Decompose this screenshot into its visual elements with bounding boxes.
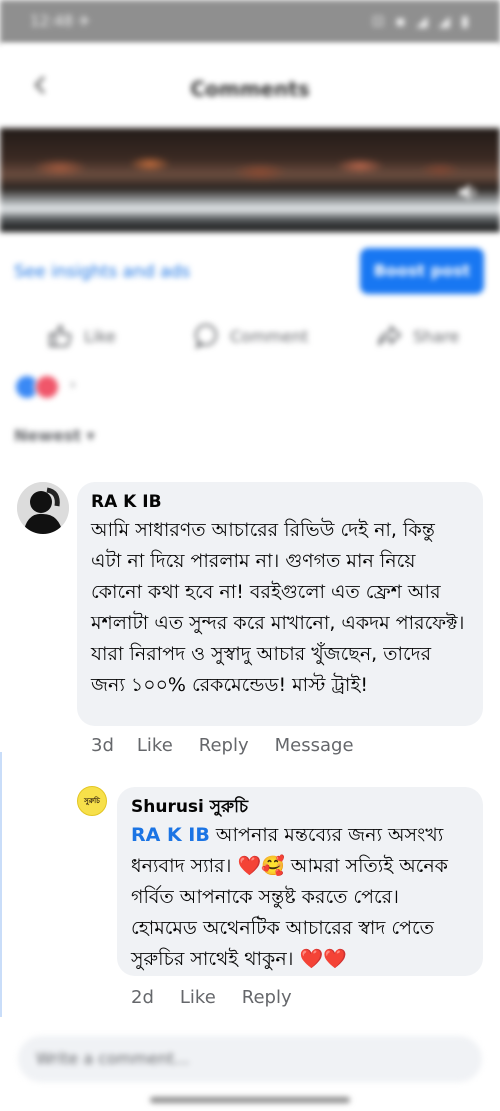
comment-actions: 3d Like Reply Message (91, 733, 380, 759)
like-button[interactable]: Like (46, 314, 116, 358)
comment-message-button[interactable]: Message (275, 733, 354, 759)
reaction-summary[interactable]: › (14, 374, 84, 400)
comment-label: Comment (230, 326, 309, 346)
post-video[interactable] (0, 128, 500, 232)
heart-emoji: ❤️🥰 (237, 855, 285, 877)
love-reaction-icon (34, 374, 60, 400)
home-indicator[interactable] (150, 1097, 350, 1103)
reply-time: 2d (131, 987, 154, 1008)
reply-text: RA K IB আপনার মন্তব্যের জন্য অসংখ্য ধন্য… (131, 820, 469, 975)
comment-icon (195, 324, 217, 350)
sort-dropdown[interactable]: Newest ▾ (14, 426, 95, 445)
comment-bubble[interactable]: RA K IB আমি সাধারণত আচারের রিভিউ দেই না,… (77, 482, 483, 726)
comment-time: 3d (91, 735, 114, 756)
comment-author[interactable]: RA K IB (91, 489, 469, 515)
composer-placeholder: Write a comment... (36, 1049, 190, 1068)
boost-post-button[interactable]: Boost post (360, 248, 484, 294)
volume-icon[interactable] (456, 180, 482, 204)
status-icons: ⊡ ▪ ◢ ◢ ▮ (371, 12, 472, 30)
reply-reply-button[interactable]: Reply (242, 985, 292, 1011)
comment-reply-button[interactable]: Reply (199, 733, 249, 759)
avatar[interactable] (17, 482, 69, 534)
reply-author[interactable]: Shurusi সুরুচি (131, 794, 469, 820)
heart-emoji-2: ❤️❤️ (299, 948, 347, 970)
share-icon (378, 324, 402, 346)
comment-composer[interactable]: Write a comment... (18, 1036, 482, 1082)
thread-line (0, 752, 2, 1017)
avatar-logo-text: সুরুচি (84, 797, 100, 805)
post-actions: Like Comment Share (0, 314, 500, 358)
like-label: Like (84, 326, 116, 346)
reply-avatar[interactable]: সুরুচি (77, 786, 107, 816)
reply-bubble[interactable]: Shurusi সুরুচি RA K IB আপনার মন্তব্যের জ… (117, 787, 483, 976)
comment-button[interactable]: Comment (192, 314, 308, 358)
page-title: Comments (190, 77, 310, 101)
status-bar: 12:48 ✈ ⊡ ▪ ◢ ◢ ▮ (0, 0, 500, 44)
reply-like-button[interactable]: Like (180, 985, 216, 1011)
video-frame (0, 128, 500, 232)
comment-text: আমি সাধারণত আচারের রিভিউ দেই না, কিন্তু … (91, 519, 465, 696)
avatar-silhouette (17, 482, 69, 534)
reply-actions: 2d Like Reply (131, 985, 318, 1011)
comment-like-button[interactable]: Like (137, 733, 173, 759)
mention-link[interactable]: RA K IB (131, 824, 210, 846)
like-icon (49, 324, 72, 347)
status-time: 12:48 ✈ (30, 12, 91, 30)
share-label: Share (413, 326, 460, 346)
share-button[interactable]: Share (375, 314, 459, 358)
insights-link[interactable]: See insights and ads (14, 262, 190, 282)
chevron-right-icon: › (70, 377, 76, 393)
header: Comments (0, 44, 500, 130)
